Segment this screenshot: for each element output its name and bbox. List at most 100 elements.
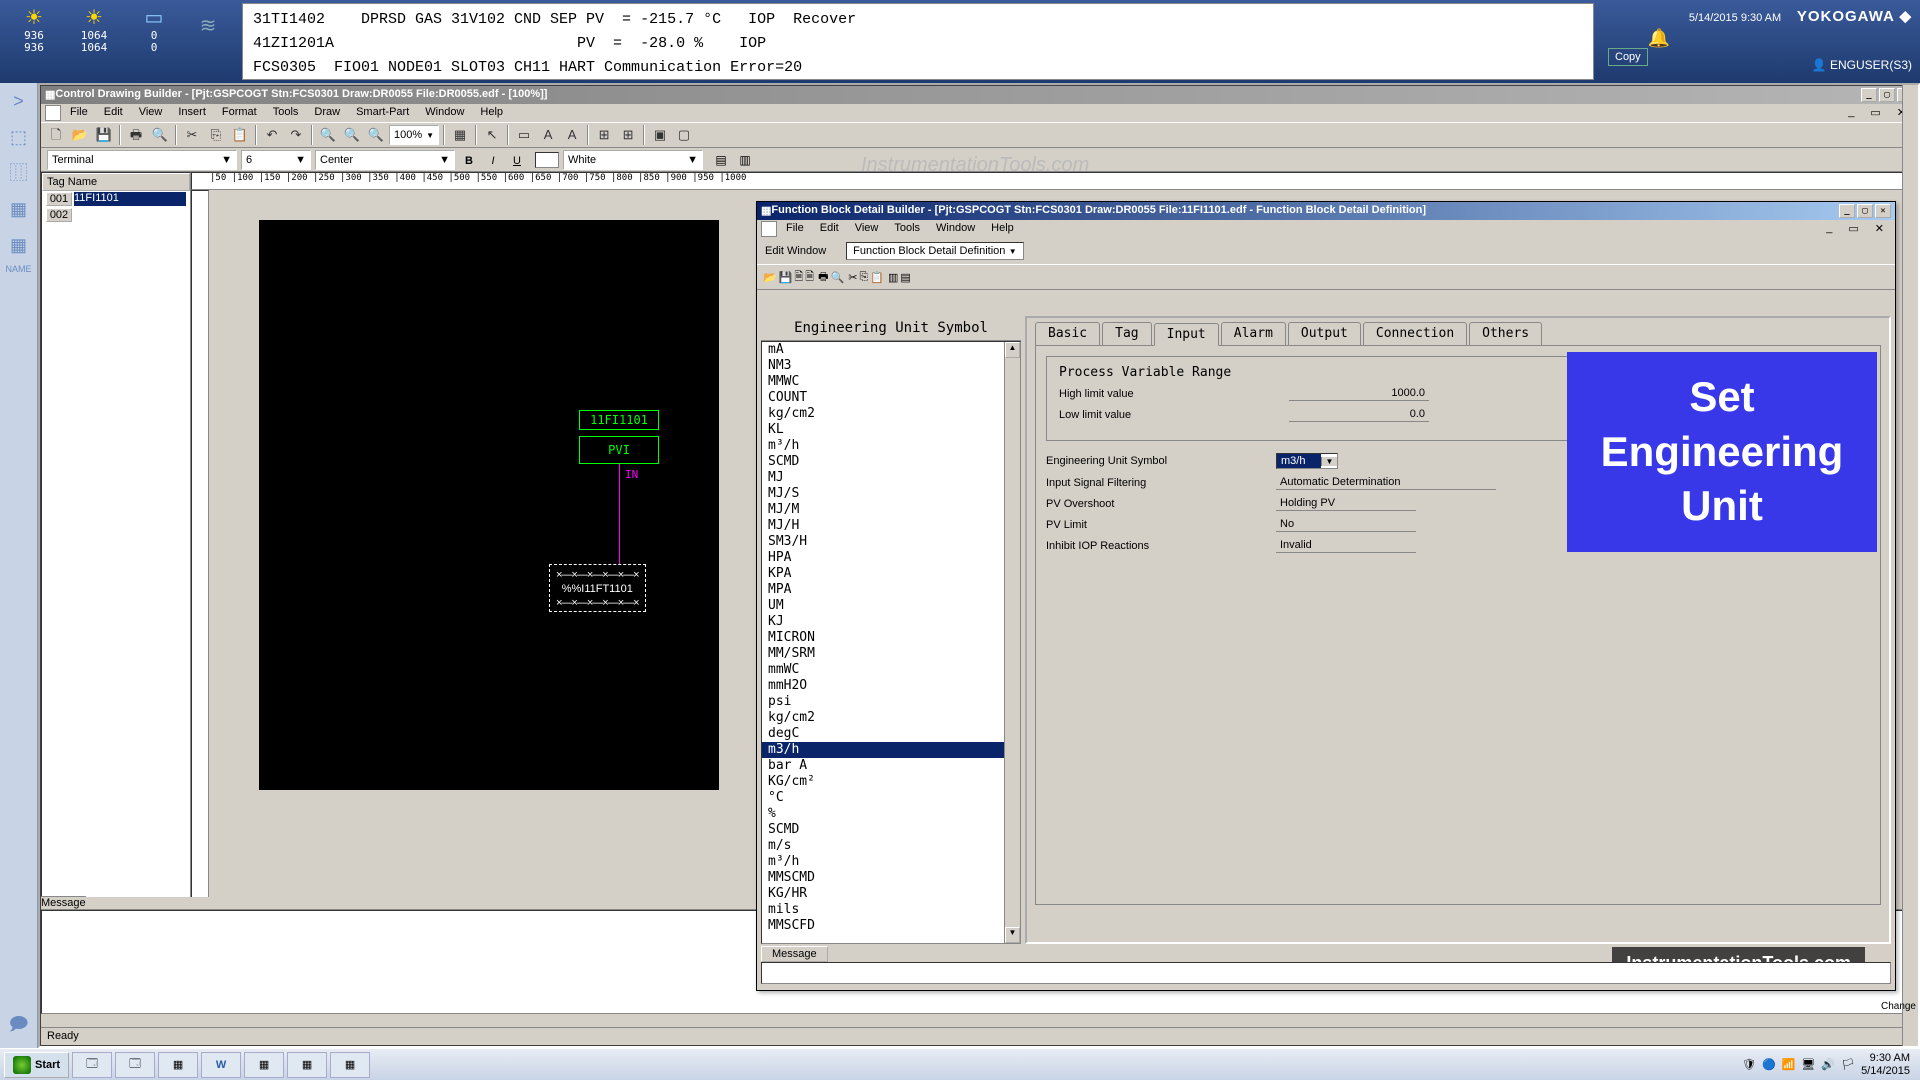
view1-icon[interactable]: ▥ — [888, 271, 898, 284]
print-icon[interactable]: 🖶 — [818, 268, 828, 287]
menu-edit[interactable]: Edit — [813, 221, 846, 237]
io-terminal-block[interactable]: ×—×—×—×—×—×%%I11FT1101×—×—×—×—×—× — [549, 564, 646, 612]
system-tray[interactable]: 🛡 🔵 📶 🖥 🔊 🏳 9:30 AM 5/14/2015 — [1742, 1052, 1916, 1076]
sidebar-icon[interactable]: > — [0, 83, 37, 119]
pointer-icon[interactable]: ↖ — [481, 124, 503, 146]
tab-connection[interactable]: Connection — [1363, 322, 1467, 345]
tray-icon[interactable]: 🏳 — [1841, 1058, 1855, 1071]
preview-icon[interactable]: 🔍 — [831, 271, 845, 284]
function-block-tag[interactable]: 11FI1101 — [579, 410, 659, 430]
mdi-close-button[interactable]: ✕ — [1868, 221, 1891, 237]
menu-window[interactable]: Window — [929, 221, 982, 237]
unit-list-item[interactable]: HPA — [762, 550, 1020, 566]
tab-alarm[interactable]: Alarm — [1221, 322, 1286, 345]
unit-list-item[interactable]: KL — [762, 422, 1020, 438]
tray-icon[interactable]: 🛡 — [1742, 1058, 1756, 1071]
mdi-vertical-scrollbar[interactable] — [1902, 85, 1918, 1046]
copy-icon[interactable]: ⎘ — [859, 271, 868, 284]
unit-list-item[interactable]: MMSCMD — [762, 870, 1020, 886]
new-icon[interactable]: 🗋 — [45, 124, 67, 146]
sidebar-icon[interactable]: ▦ — [0, 227, 37, 263]
color-swatch[interactable] — [535, 152, 559, 168]
user-badge[interactable]: 👤 ENGUSER(S3) — [1812, 50, 1912, 72]
view2-icon[interactable]: ▤ — [900, 271, 910, 284]
gauge-3[interactable]: ▭ 0 0 — [128, 5, 180, 78]
mdi-doc-icon[interactable] — [45, 105, 61, 121]
zoom-fit-icon[interactable]: 🔍 — [365, 124, 387, 146]
paste-icon[interactable]: 📋 — [229, 124, 251, 146]
minimize-button[interactable]: _ — [1839, 204, 1855, 218]
menu-tools[interactable]: Tools — [887, 221, 927, 237]
layer-icon[interactable]: ▤ — [711, 150, 731, 170]
doc2-icon[interactable]: 🗎 — [805, 268, 814, 287]
sidebar-icon[interactable]: ⬚ — [0, 119, 37, 155]
mdi-doc-icon[interactable] — [761, 221, 777, 237]
tab-output[interactable]: Output — [1288, 322, 1361, 345]
menu-help[interactable]: Help — [984, 221, 1021, 237]
message-area[interactable] — [761, 962, 1891, 984]
menu-view[interactable]: View — [848, 221, 886, 237]
preview-icon[interactable]: 🔍 — [149, 124, 171, 146]
sidebar-icon[interactable]: ▦ — [0, 191, 37, 227]
mdi-restore-button[interactable]: ▭ — [1841, 221, 1865, 237]
isf-value[interactable]: Automatic Determination — [1276, 475, 1496, 490]
text-icon[interactable]: A — [537, 124, 559, 146]
alarm-message-area[interactable]: 31TI1402 DPRSD GAS 31V102 CND SEP PV = -… — [242, 3, 1594, 80]
unit-list-item[interactable]: kg/cm2 — [762, 406, 1020, 422]
italic-button[interactable]: I — [483, 150, 503, 170]
sidebar-bottom-icon[interactable]: 🗩 — [0, 1006, 37, 1042]
group-icon[interactable]: ▣ — [649, 124, 671, 146]
undo-icon[interactable]: ↶ — [261, 124, 283, 146]
tab-others[interactable]: Others — [1469, 322, 1542, 345]
pvl-value[interactable]: No — [1276, 517, 1416, 532]
open-icon[interactable]: 📂 — [763, 271, 777, 284]
ungroup-icon[interactable]: ▢ — [673, 124, 695, 146]
tray-icon[interactable]: 🖥 — [1801, 1058, 1815, 1071]
unit-list-item[interactable]: MJ/S — [762, 486, 1020, 502]
cut-icon[interactable]: ✂ — [181, 124, 203, 146]
unit-list[interactable]: mANM3MMWCCOUNTkg/cm2KLm³/hSCMDMJMJ/SMJ/M… — [761, 341, 1021, 944]
unit-list-item[interactable]: MMSCFD — [762, 918, 1020, 934]
align2-icon[interactable]: ⊞ — [617, 124, 639, 146]
unit-list-item[interactable]: MMWC — [762, 374, 1020, 390]
unit-list-item[interactable]: °C — [762, 790, 1020, 806]
tab-tag[interactable]: Tag — [1102, 322, 1151, 345]
unit-list-item[interactable]: m3/h — [762, 742, 1020, 758]
layer2-icon[interactable]: ▥ — [735, 150, 755, 170]
tab-basic[interactable]: Basic — [1035, 322, 1100, 345]
unit-list-item[interactable]: UM — [762, 598, 1020, 614]
sidebar-icon[interactable]: ⿲ — [0, 155, 37, 191]
message-tab[interactable]: Message — [761, 946, 828, 962]
color-combo[interactable]: White▼ — [563, 150, 703, 170]
close-button[interactable]: ✕ — [1875, 204, 1891, 218]
eus-combo[interactable]: m3/h▼ — [1276, 453, 1338, 469]
unit-list-item[interactable]: MPA — [762, 582, 1020, 598]
high-limit-value[interactable]: 1000.0 — [1289, 386, 1429, 401]
cdb-titlebar[interactable]: ▦ Control Drawing Builder - [Pjt:GSPCOGT… — [41, 86, 1917, 104]
block-icon[interactable]: ▭ — [513, 124, 535, 146]
minimize-button[interactable]: _ — [1861, 88, 1877, 102]
taskbar-app[interactable]: ▦ — [158, 1052, 198, 1078]
open-icon[interactable]: 📂 — [69, 124, 91, 146]
copy-button[interactable]: Copy — [1608, 48, 1648, 66]
unit-list-item[interactable]: degC — [762, 726, 1020, 742]
save-icon[interactable]: 💾 — [779, 271, 793, 284]
maximize-button[interactable]: ▢ — [1857, 204, 1873, 218]
unit-list-item[interactable]: % — [762, 806, 1020, 822]
unit-list-item[interactable]: m³/h — [762, 438, 1020, 454]
cut-icon[interactable]: ✂ — [848, 271, 857, 284]
menu-file[interactable]: File — [779, 221, 811, 237]
menu-view[interactable]: View — [132, 105, 170, 121]
trend-icon[interactable]: ≋ — [188, 5, 228, 78]
text2-icon[interactable]: A — [561, 124, 583, 146]
align-icon[interactable]: ⊞ — [593, 124, 615, 146]
menu-smartpart[interactable]: Smart-Part — [349, 105, 416, 121]
unit-list-item[interactable]: KG/HR — [762, 886, 1020, 902]
redo-icon[interactable]: ↷ — [285, 124, 307, 146]
menu-format[interactable]: Format — [215, 105, 264, 121]
unit-list-item[interactable]: KJ — [762, 614, 1020, 630]
unit-list-item[interactable]: KPA — [762, 566, 1020, 582]
taskbar-app[interactable]: 🗔 — [115, 1052, 155, 1078]
menu-window[interactable]: Window — [418, 105, 471, 121]
bold-button[interactable]: B — [459, 150, 479, 170]
